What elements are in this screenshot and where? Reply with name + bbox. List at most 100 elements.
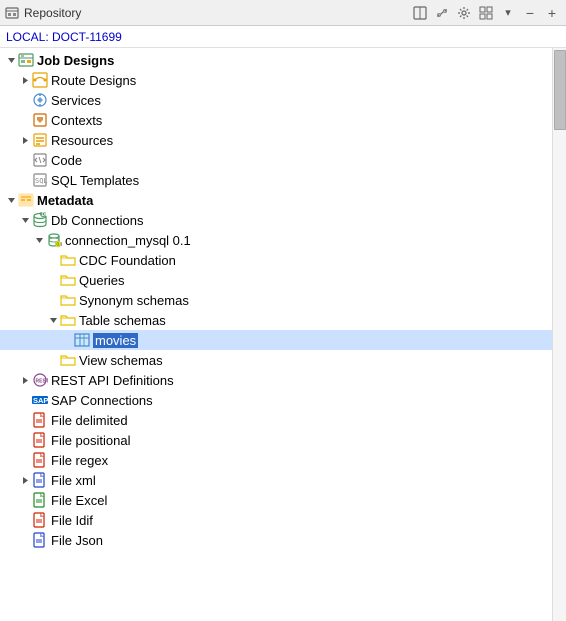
expand-icon-contexts [18, 113, 32, 127]
tree-container: Job Designs Route Designs Services Contexts… [0, 48, 566, 621]
collapse-icon[interactable]: − [520, 3, 540, 23]
tree-label-movies: movies [93, 333, 138, 348]
tree-label-services: Services [51, 93, 101, 108]
db-icon: DB [32, 212, 48, 228]
scrollbar[interactable] [552, 48, 566, 621]
svg-text:DB: DB [42, 212, 49, 218]
tree-label-file-excel: File Excel [51, 493, 107, 508]
expand-icon-movies [60, 333, 74, 347]
tree-item-table-schemas[interactable]: Table schemas [0, 310, 552, 330]
tree-label-db-connections: Db Connections [51, 213, 144, 228]
tree-item-route-designs[interactable]: Route Designs [0, 70, 552, 90]
file-red-icon [32, 452, 48, 468]
tree-item-file-xml[interactable]: File xml [0, 470, 552, 490]
expand-icon-metadata[interactable] [4, 193, 18, 207]
tree-item-movies[interactable]: movies [0, 330, 552, 350]
folder-icon [60, 312, 76, 328]
expand-icon-file-json [18, 533, 32, 547]
tree-item-code[interactable]: Code [0, 150, 552, 170]
folder-icon [60, 252, 76, 268]
tree-item-file-positional[interactable]: File positional [0, 430, 552, 450]
tree-label-job-designs: Job Designs [37, 53, 114, 68]
tree-item-metadata[interactable]: Metadata [0, 190, 552, 210]
tree-item-rest-api[interactable]: RESTREST API Definitions [0, 370, 552, 390]
tree-item-synonym-schemas[interactable]: Synonym schemas [0, 290, 552, 310]
tree-label-synonym-schemas: Synonym schemas [79, 293, 189, 308]
file-red-icon [32, 432, 48, 448]
settings-icon[interactable] [454, 3, 474, 23]
repository-icon [4, 5, 20, 21]
file-blue-icon [32, 472, 48, 488]
tree-content: Job Designs Route Designs Services Contexts… [0, 48, 552, 621]
tree-label-file-positional: File positional [51, 433, 131, 448]
code-icon [32, 152, 48, 168]
metadata-icon [18, 192, 34, 208]
expand-icon-resources[interactable] [18, 133, 32, 147]
file-red-icon [32, 412, 48, 428]
expand-icon-cdc-foundation [46, 253, 60, 267]
tree-label-contexts: Contexts [51, 113, 102, 128]
title-bar-left: Repository [4, 5, 81, 21]
tree-label-sap-connections: SAP Connections [51, 393, 153, 408]
expand-icon-connection-mysql[interactable] [32, 233, 46, 247]
location-text: LOCAL: DOCT-11699 [6, 30, 122, 44]
expand-icon-file-regex [18, 453, 32, 467]
tree-item-sap-connections[interactable]: SAPSAP Connections [0, 390, 552, 410]
tree-item-view-schemas[interactable]: View schemas [0, 350, 552, 370]
tree-label-code: Code [51, 153, 82, 168]
resources-icon [32, 132, 48, 148]
tree-item-file-delimited[interactable]: File delimited [0, 410, 552, 430]
connection-icon: 0.1 [46, 232, 62, 248]
tree-item-file-excel[interactable]: File Excel [0, 490, 552, 510]
tree-item-sql-templates[interactable]: SQLSQL Templates [0, 170, 552, 190]
tree-item-job-designs[interactable]: Job Designs [0, 50, 552, 70]
tree-item-db-connections[interactable]: DBDb Connections [0, 210, 552, 230]
tree-item-connection-mysql[interactable]: 0.1connection_mysql 0.1 [0, 230, 552, 250]
svg-text:SAP: SAP [33, 396, 48, 405]
tree-label-cdc-foundation: CDC Foundation [79, 253, 176, 268]
tree-label-resources: Resources [51, 133, 113, 148]
rest-icon: REST [32, 372, 48, 388]
expand-icon[interactable]: + [542, 3, 562, 23]
expand-icon-sap-connections [18, 393, 32, 407]
tree-label-queries: Queries [79, 273, 125, 288]
expand-icon-file-excel [18, 493, 32, 507]
expand-icon-db-connections[interactable] [18, 213, 32, 227]
title-bar: Repository [0, 0, 566, 26]
expand-icon-file-delimited [18, 413, 32, 427]
services-icon [32, 92, 48, 108]
tree-item-file-idif[interactable]: File Idif [0, 510, 552, 530]
svg-text:REST: REST [36, 379, 49, 385]
tree-item-cdc-foundation[interactable]: CDC Foundation [0, 250, 552, 270]
expand-icon-file-positional [18, 433, 32, 447]
job-icon [18, 52, 34, 68]
location-bar: LOCAL: DOCT-11699 [0, 26, 566, 48]
expand-icon-file-xml[interactable] [18, 473, 32, 487]
tree-label-route-designs: Route Designs [51, 73, 136, 88]
expand-icon-code [18, 153, 32, 167]
expand-icon-table-schemas[interactable] [46, 313, 60, 327]
tree-label-file-regex: File regex [51, 453, 108, 468]
tree-item-services[interactable]: Services [0, 90, 552, 110]
link-icon[interactable] [432, 3, 452, 23]
svg-text:0.1: 0.1 [57, 242, 63, 247]
tree-item-file-regex[interactable]: File regex [0, 450, 552, 470]
dropdown-icon[interactable]: ▾ [498, 3, 518, 23]
tree-label-view-schemas: View schemas [79, 353, 163, 368]
title-bar-controls: ▾ − + [410, 3, 562, 23]
expand-icon-queries [46, 273, 60, 287]
tree-label-metadata: Metadata [37, 193, 93, 208]
expand-icon-route-designs[interactable] [18, 73, 32, 87]
expand-icon-rest-api[interactable] [18, 373, 32, 387]
file-green-icon [32, 492, 48, 508]
contexts-icon [32, 112, 48, 128]
table-icon [74, 332, 90, 348]
tree-item-file-json[interactable]: File Json [0, 530, 552, 550]
panel-icon[interactable] [410, 3, 430, 23]
tree-item-contexts[interactable]: Contexts [0, 110, 552, 130]
expand-icon-job-designs[interactable] [4, 53, 18, 67]
tree-item-queries[interactable]: Queries [0, 270, 552, 290]
tree-item-resources[interactable]: Resources [0, 130, 552, 150]
scroll-thumb[interactable] [554, 50, 566, 130]
grid-icon[interactable] [476, 3, 496, 23]
